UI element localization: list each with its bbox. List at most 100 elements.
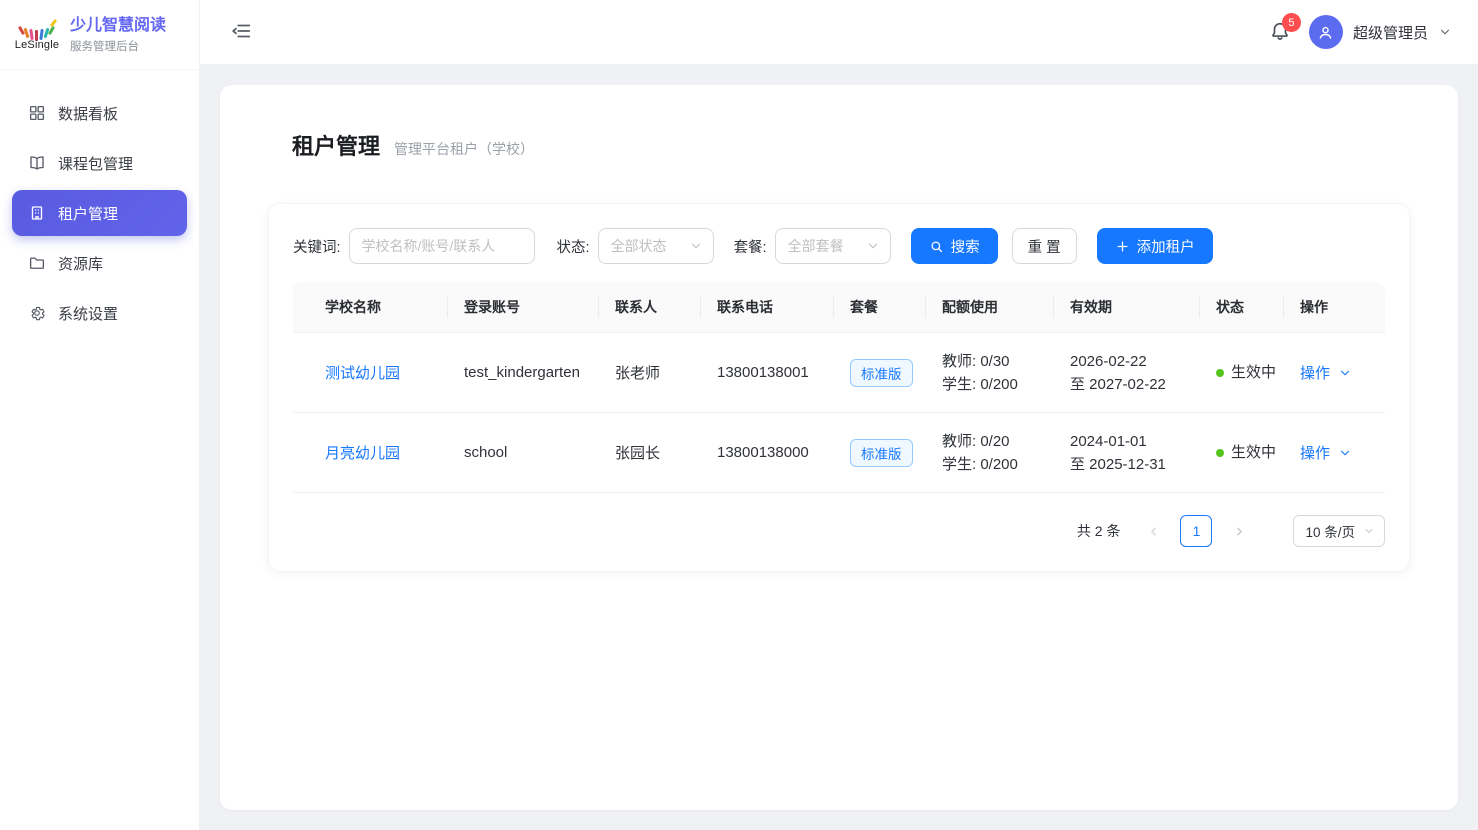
keyword-input[interactable]: [349, 228, 535, 264]
sidebar-item-label: 系统设置: [58, 303, 118, 324]
page-size-select[interactable]: 10 条/页: [1293, 515, 1385, 547]
status-badge: 生效中: [1231, 444, 1276, 461]
row-actions-dropdown[interactable]: 操作: [1300, 362, 1377, 383]
search-icon: [929, 239, 944, 254]
sidebar-item-resources[interactable]: 资源库: [12, 240, 187, 286]
page-title: 租户管理: [292, 129, 380, 161]
status-cell: 生效中: [1200, 348, 1284, 398]
table-row: 测试幼儿园 test_kindergarten 张老师 13800138001 …: [293, 333, 1385, 413]
pagination: 共 2 条 1 10 条/页: [293, 515, 1385, 547]
status-badge: 生效中: [1231, 364, 1276, 381]
brand-subtitle: 服务管理后台: [70, 38, 166, 54]
brand-title: 少儿智慧阅读: [70, 16, 166, 36]
plan-select[interactable]: 全部套餐: [775, 228, 891, 264]
contact-cell: 张老师: [599, 348, 701, 397]
validity-cell: 2026-02-22 至 2027-02-22: [1054, 336, 1200, 410]
status-cell: 生效中: [1200, 428, 1284, 478]
row-actions-dropdown[interactable]: 操作: [1300, 442, 1377, 463]
school-name-link[interactable]: 测试幼儿园: [325, 365, 400, 382]
sidebar-item-label: 租户管理: [58, 203, 118, 224]
filter-bar: 关键词: 状态: 全部状态 套餐: 全部套餐: [293, 228, 1385, 264]
column-header: 联系人: [599, 282, 701, 332]
chevron-down-icon: [1338, 446, 1352, 460]
sidebar-item-tenants[interactable]: 租户管理: [12, 190, 187, 236]
add-tenant-button-label: 添加租户: [1137, 236, 1195, 257]
brand-logo: LeSingle 少儿智慧阅读 服务管理后台: [0, 0, 199, 70]
pagination-next-icon[interactable]: [1225, 517, 1253, 545]
sidebar-item-label: 数据看板: [58, 103, 118, 124]
actions-label: 操作: [1300, 362, 1330, 383]
dashboard-icon: [28, 104, 46, 122]
account-cell: test_kindergarten: [448, 350, 599, 395]
quota-cell: 教师: 0/20 学生: 0/200: [926, 416, 1054, 490]
status-select[interactable]: 全部状态: [598, 228, 714, 264]
sidebar-item-label: 资源库: [58, 253, 103, 274]
column-header: 学校名称: [293, 282, 448, 332]
content-area: 租户管理 管理平台租户（学校） 关键词: 状态: 全部状态 套餐:: [200, 65, 1478, 830]
folder-icon: [28, 254, 46, 272]
valid-from: 2026-02-22: [1070, 350, 1192, 373]
logo-wordmark: LeSingle: [15, 39, 59, 51]
school-name-link[interactable]: 月亮幼儿园: [325, 445, 400, 462]
search-button[interactable]: 搜索: [911, 228, 998, 264]
sidebar-collapse-icon[interactable]: [230, 20, 254, 44]
lesingle-logo-icon: LeSingle: [14, 19, 60, 51]
sidebar-item-settings[interactable]: 系统设置: [12, 290, 187, 336]
column-header: 状态: [1200, 282, 1284, 332]
column-header: 有效期: [1054, 282, 1200, 332]
sidebar: LeSingle 少儿智慧阅读 服务管理后台 数据看板 课程包管理 租户管理: [0, 0, 200, 830]
sidebar-item-label: 课程包管理: [58, 153, 133, 174]
pagination-total: 共 2 条: [1077, 521, 1121, 541]
column-header: 操作: [1284, 282, 1385, 332]
account-cell: school: [448, 430, 599, 475]
phone-cell: 13800138001: [701, 350, 834, 395]
user-menu[interactable]: 超级管理员: [1309, 15, 1452, 49]
column-header: 登录账号: [448, 282, 599, 332]
column-header: 联系电话: [701, 282, 834, 332]
table-row: 月亮幼儿园 school 张园长 13800138000 标准版 教师: 0/2…: [293, 413, 1385, 493]
chevron-down-icon: [1363, 525, 1375, 537]
status-dot-icon: [1216, 369, 1224, 377]
status-label: 状态:: [557, 236, 590, 257]
quota-student: 学生: 0/200: [942, 453, 1046, 476]
search-button-label: 搜索: [951, 236, 980, 257]
column-header: 套餐: [834, 282, 926, 332]
status-select-value: 全部状态: [611, 236, 667, 256]
page-subtitle: 管理平台租户（学校）: [394, 139, 534, 159]
page-size-value: 10 条/页: [1305, 521, 1355, 541]
valid-to: 至 2027-02-22: [1070, 373, 1192, 396]
status-dot-icon: [1216, 449, 1224, 457]
sidebar-menu: 数据看板 课程包管理 租户管理 资源库 系统设置: [0, 70, 199, 360]
quota-teacher: 教师: 0/30: [942, 350, 1046, 373]
topbar: 5 超级管理员: [200, 0, 1478, 65]
quota-teacher: 教师: 0/20: [942, 430, 1046, 453]
chevron-down-icon: [1338, 366, 1352, 380]
notifications-bell-icon[interactable]: 5: [1269, 20, 1293, 44]
sidebar-item-dashboard[interactable]: 数据看板: [12, 90, 187, 136]
tenant-table-panel: 关键词: 状态: 全部状态 套餐: 全部套餐: [268, 203, 1410, 572]
book-icon: [28, 154, 46, 172]
keyword-label: 关键词:: [293, 236, 341, 257]
actions-label: 操作: [1300, 442, 1330, 463]
phone-cell: 13800138000: [701, 430, 834, 475]
chevron-down-icon: [689, 239, 703, 253]
reset-button-label: 重 置: [1028, 236, 1061, 257]
table-header-row: 学校名称 登录账号 联系人 联系电话 套餐 配额使用 有效期 状态 操作: [293, 282, 1385, 333]
plus-icon: [1115, 239, 1130, 254]
tenant-management-card: 租户管理 管理平台租户（学校） 关键词: 状态: 全部状态 套餐:: [220, 85, 1458, 810]
pagination-page-1[interactable]: 1: [1180, 515, 1212, 547]
column-header: 配额使用: [926, 282, 1054, 332]
plan-select-value: 全部套餐: [788, 236, 844, 256]
building-icon: [28, 204, 46, 222]
quota-cell: 教师: 0/30 学生: 0/200: [926, 336, 1054, 410]
pagination-prev-icon[interactable]: [1139, 517, 1167, 545]
plan-badge: 标准版: [850, 439, 913, 467]
contact-cell: 张园长: [599, 428, 701, 477]
plan-label: 套餐:: [734, 236, 767, 257]
chevron-down-icon: [866, 239, 880, 253]
reset-button[interactable]: 重 置: [1012, 228, 1077, 264]
user-name: 超级管理员: [1353, 22, 1428, 43]
add-tenant-button[interactable]: 添加租户: [1097, 228, 1213, 264]
tenant-table: 学校名称 登录账号 联系人 联系电话 套餐 配额使用 有效期 状态 操作 测试幼…: [293, 282, 1385, 493]
sidebar-item-course-packages[interactable]: 课程包管理: [12, 140, 187, 186]
